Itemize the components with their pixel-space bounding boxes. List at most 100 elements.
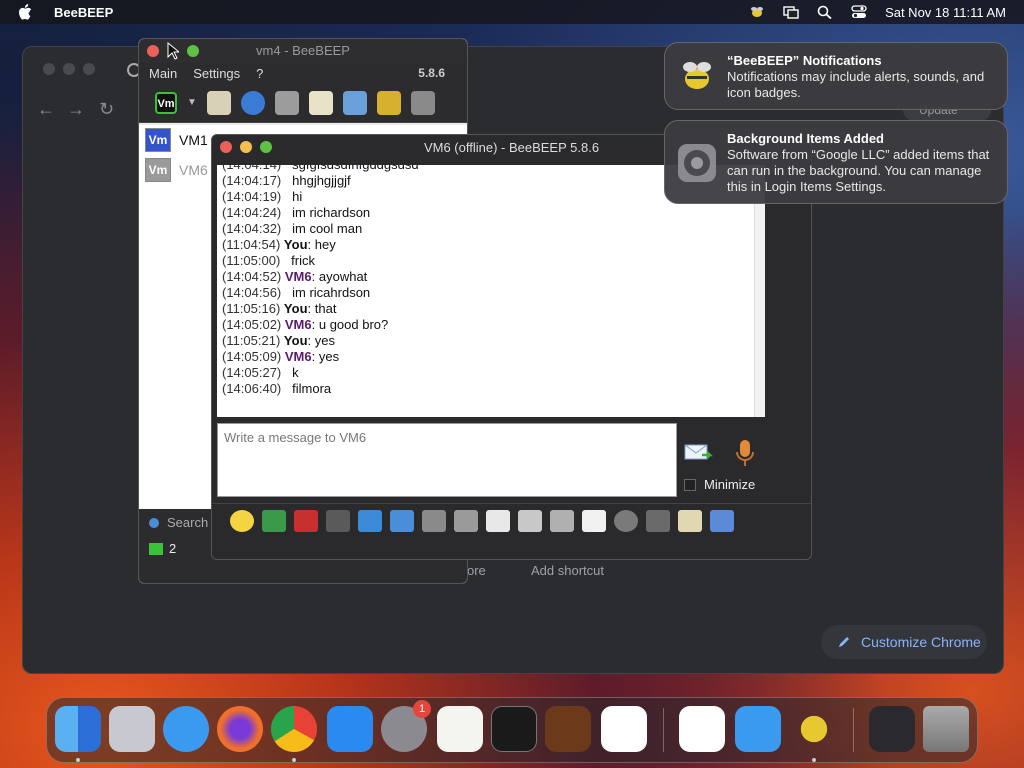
save-icon[interactable] <box>710 509 734 532</box>
spotlight-search-icon[interactable] <box>817 5 833 19</box>
filter-icon[interactable] <box>358 509 382 532</box>
search-input[interactable]: Search <box>167 515 208 530</box>
chat-close-button[interactable] <box>220 141 232 153</box>
system-settings-dock-icon[interactable]: 1 <box>381 700 431 752</box>
control-center-icon[interactable] <box>851 5 867 19</box>
message-text: k <box>292 365 299 380</box>
folder-icon[interactable] <box>550 509 574 532</box>
finder-icon[interactable] <box>55 706 101 752</box>
visual-studio-icon[interactable] <box>679 706 725 752</box>
apple-icon[interactable] <box>18 4 32 20</box>
keyboard-icon[interactable] <box>646 509 670 532</box>
beebeep-app-icon <box>683 62 711 89</box>
message-text: im cool man <box>292 221 363 236</box>
chrome-minimize-button[interactable] <box>63 63 75 75</box>
microphone-icon[interactable] <box>736 439 754 469</box>
write-note-icon[interactable] <box>308 90 333 115</box>
vm4-close-button[interactable] <box>147 45 159 57</box>
chrome-zoom-button[interactable] <box>83 63 95 75</box>
beebeep-dock-icon[interactable] <box>791 706 837 752</box>
user-name: VM6 <box>179 162 208 178</box>
color-icon[interactable] <box>326 509 350 532</box>
textedit-icon[interactable] <box>437 706 483 752</box>
notification-background-items[interactable]: Background Items Added Software from “Go… <box>664 120 1008 204</box>
beebeep-status-icon[interactable] <box>749 5 765 19</box>
chrome-icon[interactable] <box>271 706 317 752</box>
message-text: that <box>314 301 337 316</box>
message-timestamp: (14:04:56) <box>222 285 282 300</box>
menu-main[interactable]: Main <box>149 66 177 81</box>
menu-settings[interactable]: Settings <box>193 66 240 81</box>
document-icon[interactable] <box>518 509 542 532</box>
trash-icon[interactable] <box>923 706 969 752</box>
forward-icon[interactable]: → <box>67 99 85 120</box>
app-store-icon[interactable] <box>327 706 373 752</box>
vscode-icon[interactable] <box>601 706 647 752</box>
shortcut-more-label[interactable]: ore <box>467 563 486 578</box>
network-icon[interactable] <box>240 90 265 115</box>
text-icon[interactable] <box>454 509 478 532</box>
screenshot-icon[interactable] <box>614 509 638 532</box>
customize-chrome-button[interactable]: Customize Chrome <box>821 625 987 659</box>
status-icon[interactable]: Vm <box>155 91 177 114</box>
minimize-checkbox[interactable]: Minimize <box>684 477 755 492</box>
migration-assistant-icon[interactable] <box>869 706 915 752</box>
user-search[interactable]: Search <box>147 515 208 530</box>
screen-mirroring-icon[interactable] <box>783 5 799 19</box>
notification-title: Background Items Added <box>727 131 884 146</box>
chat-message: (14:04:52) VM6: ayowhat <box>222 269 368 284</box>
spellcheck-icon[interactable] <box>422 509 446 532</box>
firefox-icon[interactable] <box>217 706 263 752</box>
chat-message: (14:04:24) im richardson <box>217 205 765 221</box>
email-icon[interactable] <box>262 509 286 532</box>
menubar-clock[interactable]: Sat Nov 18 11:11 AM <box>885 5 1006 20</box>
terminal-icon[interactable] <box>491 706 537 752</box>
message-text: im richardson <box>292 205 371 220</box>
message-text: ayowhat <box>318 269 368 284</box>
chrome-close-button[interactable] <box>43 63 55 75</box>
status-dropdown-icon[interactable]: ▼ <box>187 97 197 108</box>
chat-message: (14:06:40) filmora <box>217 381 765 397</box>
menu-help[interactable]: ? <box>256 66 263 81</box>
vm4-zoom-button[interactable] <box>187 45 199 57</box>
message-text: frick <box>291 253 315 268</box>
profile-card-icon[interactable] <box>206 90 231 115</box>
emoticon-icon[interactable] <box>230 509 254 532</box>
message-timestamp: (14:04:32) <box>222 221 282 236</box>
file-share-icon[interactable] <box>376 90 401 115</box>
notification-title: “BeeBEEP” Notifications <box>727 53 882 68</box>
safari-icon[interactable] <box>163 706 209 752</box>
vm4-titlebar[interactable]: vm4 - BeeBEEP <box>139 39 467 63</box>
weather-icon[interactable] <box>735 706 781 752</box>
online-count: 2 <box>149 541 176 556</box>
file-icon[interactable] <box>486 509 510 532</box>
notification-beebeep[interactable]: “BeeBEEP” Notifications Notifications ma… <box>664 42 1008 110</box>
note-icon[interactable] <box>678 509 702 532</box>
send-message-icon[interactable] <box>684 441 714 465</box>
checkbox-box[interactable] <box>684 478 696 491</box>
garageband-icon[interactable] <box>545 706 591 752</box>
back-icon[interactable]: ← <box>37 99 55 120</box>
message-timestamp: (14:04:24) <box>222 205 282 220</box>
message-text: hi <box>292 189 303 204</box>
message-timestamp: (11:05:21) <box>222 333 281 348</box>
message-input[interactable]: Write a message to VM6 <box>217 423 677 497</box>
message-timestamp: (14:05:09) <box>222 349 282 364</box>
code-icon[interactable] <box>582 509 606 532</box>
trash-icon[interactable] <box>410 90 435 115</box>
add-shortcut-button[interactable]: Add shortcut <box>531 563 604 578</box>
message-timestamp: (14:06:40) <box>222 381 282 396</box>
vm4-toolbar: Vm ▼ <box>139 83 467 123</box>
mouse-cursor-icon <box>167 42 179 60</box>
reload-icon[interactable]: ↻ <box>99 99 114 120</box>
chat-message: (14:04:32) im cool man <box>217 221 765 237</box>
groups-icon[interactable] <box>274 90 299 115</box>
launchpad-icon[interactable] <box>109 706 155 752</box>
chat-zoom-button[interactable] <box>260 141 272 153</box>
active-app-name[interactable]: BeeBEEP <box>54 5 113 20</box>
plugins-icon[interactable] <box>342 90 367 115</box>
message-text: yes <box>318 349 340 364</box>
chat-minimize-button[interactable] <box>240 141 252 153</box>
settings-icon[interactable] <box>390 509 414 532</box>
font-icon[interactable] <box>294 509 318 532</box>
